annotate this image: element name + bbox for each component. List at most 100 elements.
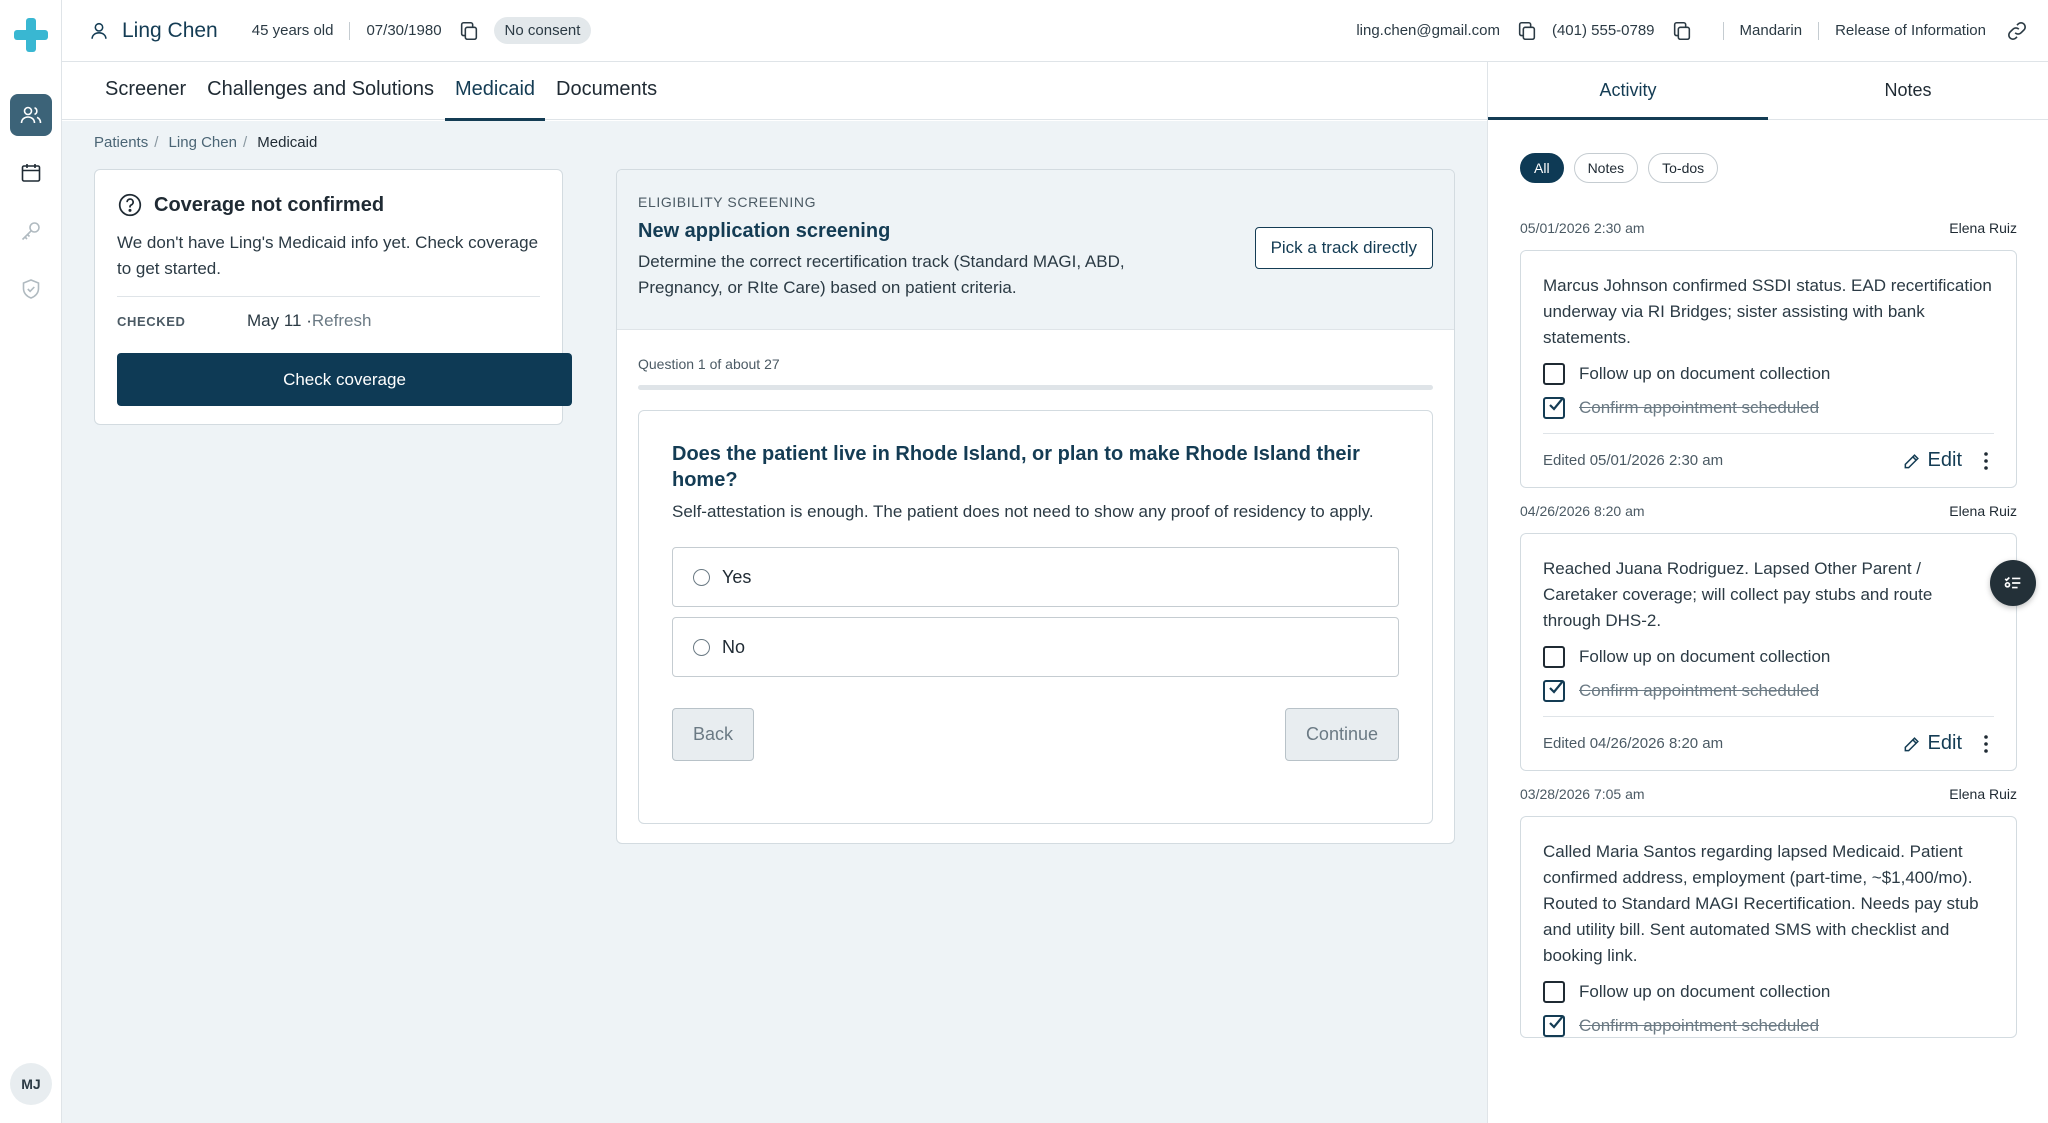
edited-timestamp: Edited 05/01/2026 2:30 am <box>1543 452 1724 469</box>
pick-track-button[interactable]: Pick a track directly <box>1254 227 1433 269</box>
radio-no[interactable] <box>693 638 710 656</box>
refresh-link[interactable]: Refresh <box>312 311 372 331</box>
floating-checklist-button[interactable] <box>1990 560 2036 606</box>
patient-header: Ling Chen 45 years old 07/30/1980 No con… <box>62 0 2048 62</box>
checkbox-unchecked[interactable] <box>1543 363 1565 385</box>
entry-meta: 03/28/2026 7:05 am Elena Ruiz <box>1520 786 2017 802</box>
more-options-icon[interactable] <box>1978 734 1994 754</box>
checkbox-unchecked[interactable] <box>1543 646 1565 668</box>
entry-body: Called Maria Santos regarding lapsed Med… <box>1543 842 1979 965</box>
question-card: Does the patient live in Rhode Island, o… <box>638 410 1433 824</box>
todo-text: Follow up on document collection <box>1579 364 1831 383</box>
checked-label: CHECKED <box>117 313 186 329</box>
entry-author: Elena Ruiz <box>1949 220 2017 236</box>
pencil-icon <box>1904 453 1919 468</box>
edit-button[interactable]: Edit <box>1902 449 1962 472</box>
todo-text: Confirm appointment scheduled <box>1579 398 1820 417</box>
patient-email: ling.chen@gmail.com <box>1356 22 1500 39</box>
patient-dob: 07/30/1980 <box>366 22 442 39</box>
todo-text: Confirm appointment scheduled <box>1579 681 1820 700</box>
continue-button[interactable]: Continue <box>1284 708 1399 761</box>
tab-documents[interactable]: Documents <box>556 62 657 120</box>
entry-body: Marcus Johnson confirmed SSDI status. EA… <box>1543 276 1992 347</box>
tab-screener[interactable]: Screener <box>105 62 186 120</box>
edited-timestamp: Edited 04/26/2026 8:20 am <box>1543 735 1724 752</box>
todo-text: Follow up on document collection <box>1579 982 1831 1001</box>
checkbox-checked[interactable] <box>1543 397 1565 419</box>
user-avatar[interactable]: MJ <box>10 1063 52 1105</box>
option-no[interactable]: No <box>672 617 1399 677</box>
entry-author: Elena Ruiz <box>1949 503 2017 519</box>
question-text: Does the patient live in Rhode Island, o… <box>672 443 1360 491</box>
breadcrumb-patients[interactable]: Patients <box>94 134 148 151</box>
filter-all[interactable]: All <box>1520 153 1564 183</box>
todo-item-done[interactable]: Confirm appointment scheduled <box>1543 397 1994 419</box>
todo-item[interactable]: Follow up on document collection <box>1543 646 1994 668</box>
pencil-icon <box>1904 736 1919 751</box>
tab-challenges-and-solutions[interactable]: Challenges and Solutions <box>207 62 434 120</box>
entry-date: 03/28/2026 7:05 am <box>1520 786 1645 802</box>
header-divider <box>349 21 351 40</box>
panel-tab-notes[interactable]: Notes <box>1768 62 2048 119</box>
app-logo-cross-icon[interactable] <box>14 18 48 52</box>
coverage-description: We don't have Ling's Medicaid info yet. … <box>117 230 540 297</box>
copy-email-icon[interactable] <box>1516 20 1538 42</box>
todo-item[interactable]: Follow up on document collection <box>1543 363 1994 385</box>
entry-date: 04/26/2026 8:20 am <box>1520 503 1645 519</box>
header-divider <box>1722 21 1724 40</box>
activity-filters: All Notes To-dos <box>1520 153 2048 183</box>
person-icon <box>91 22 107 39</box>
back-button[interactable]: Back <box>672 708 755 761</box>
nav-calendar-icon[interactable] <box>10 152 52 194</box>
patient-name: Ling Chen <box>122 18 218 42</box>
question-circle-icon <box>118 193 142 217</box>
screening-eyebrow: ELIGIBILITY SCREENING <box>638 194 817 210</box>
eligibility-screening-card: ELIGIBILITY SCREENING New application sc… <box>616 169 1455 844</box>
link-icon[interactable] <box>2006 20 2028 42</box>
screening-subtitle: Determine the correct recertification tr… <box>638 252 1125 297</box>
copy-phone-icon[interactable] <box>1671 20 1693 42</box>
patient-age: 45 years old <box>251 22 334 39</box>
check-coverage-button[interactable]: Check coverage <box>117 353 572 406</box>
activity-panel: Activity Notes All Notes To-dos 05/01/20… <box>1487 62 2048 1123</box>
panel-tab-activity[interactable]: Activity <box>1488 62 1768 120</box>
more-options-icon[interactable] <box>1978 451 1994 471</box>
breadcrumb-patient[interactable]: Ling Chen <box>169 134 237 151</box>
check-icon <box>1549 1015 1564 1029</box>
todo-item-done[interactable]: Confirm appointment scheduled <box>1543 680 1994 702</box>
option-yes[interactable]: Yes <box>672 547 1399 607</box>
tab-medicaid[interactable]: Medicaid <box>444 62 546 121</box>
checkbox-checked[interactable] <box>1543 680 1565 702</box>
activity-entry: Reached Juana Rodriguez. Lapsed Other Pa… <box>1520 533 2017 771</box>
progress-bar <box>638 385 1433 390</box>
checkbox-checked[interactable] <box>1543 1015 1565 1037</box>
edit-label: Edit <box>1927 449 1962 471</box>
left-nav-rail: MJ <box>0 0 62 1123</box>
filter-notes[interactable]: Notes <box>1573 153 1639 183</box>
todo-text: Confirm appointment scheduled <box>1579 1016 1820 1035</box>
nav-shield-icon[interactable] <box>10 268 52 310</box>
coverage-title: Coverage not confirmed <box>154 193 385 216</box>
activity-entry: Marcus Johnson confirmed SSDI status. EA… <box>1520 250 2017 488</box>
progress-label: Question 1 of about 27 <box>638 356 780 372</box>
checkbox-unchecked[interactable] <box>1543 981 1565 1003</box>
filter-todos[interactable]: To-dos <box>1648 153 1719 183</box>
patient-phone: (401) 555-0789 <box>1551 22 1655 39</box>
nav-patients-icon[interactable] <box>10 94 52 136</box>
entry-body: Reached Juana Rodriguez. Lapsed Other Pa… <box>1543 559 1933 630</box>
copy-dob-icon[interactable] <box>458 20 480 42</box>
question-hint: Self-attestation is enough. The patient … <box>672 502 1374 521</box>
checklist-icon <box>2004 576 2021 589</box>
radio-yes[interactable] <box>693 568 710 586</box>
breadcrumb: Patients / Ling Chen / Medicaid <box>94 134 318 151</box>
option-no-label: No <box>722 636 746 657</box>
activity-feed: 05/01/2026 2:30 am Elena Ruiz Marcus Joh… <box>1520 220 2017 1053</box>
main-tabs: Screener Challenges and Solutions Medica… <box>62 62 1487 121</box>
todo-item[interactable]: Follow up on document collection <box>1543 981 1994 1003</box>
nav-key-icon[interactable] <box>10 210 52 252</box>
edit-label: Edit <box>1927 732 1962 754</box>
edit-button[interactable]: Edit <box>1902 732 1962 755</box>
entry-meta: 05/01/2026 2:30 am Elena Ruiz <box>1520 220 2017 236</box>
todo-item-done[interactable]: Confirm appointment scheduled <box>1543 1015 1994 1037</box>
release-of-information-link[interactable]: Release of Information <box>1835 22 1986 39</box>
